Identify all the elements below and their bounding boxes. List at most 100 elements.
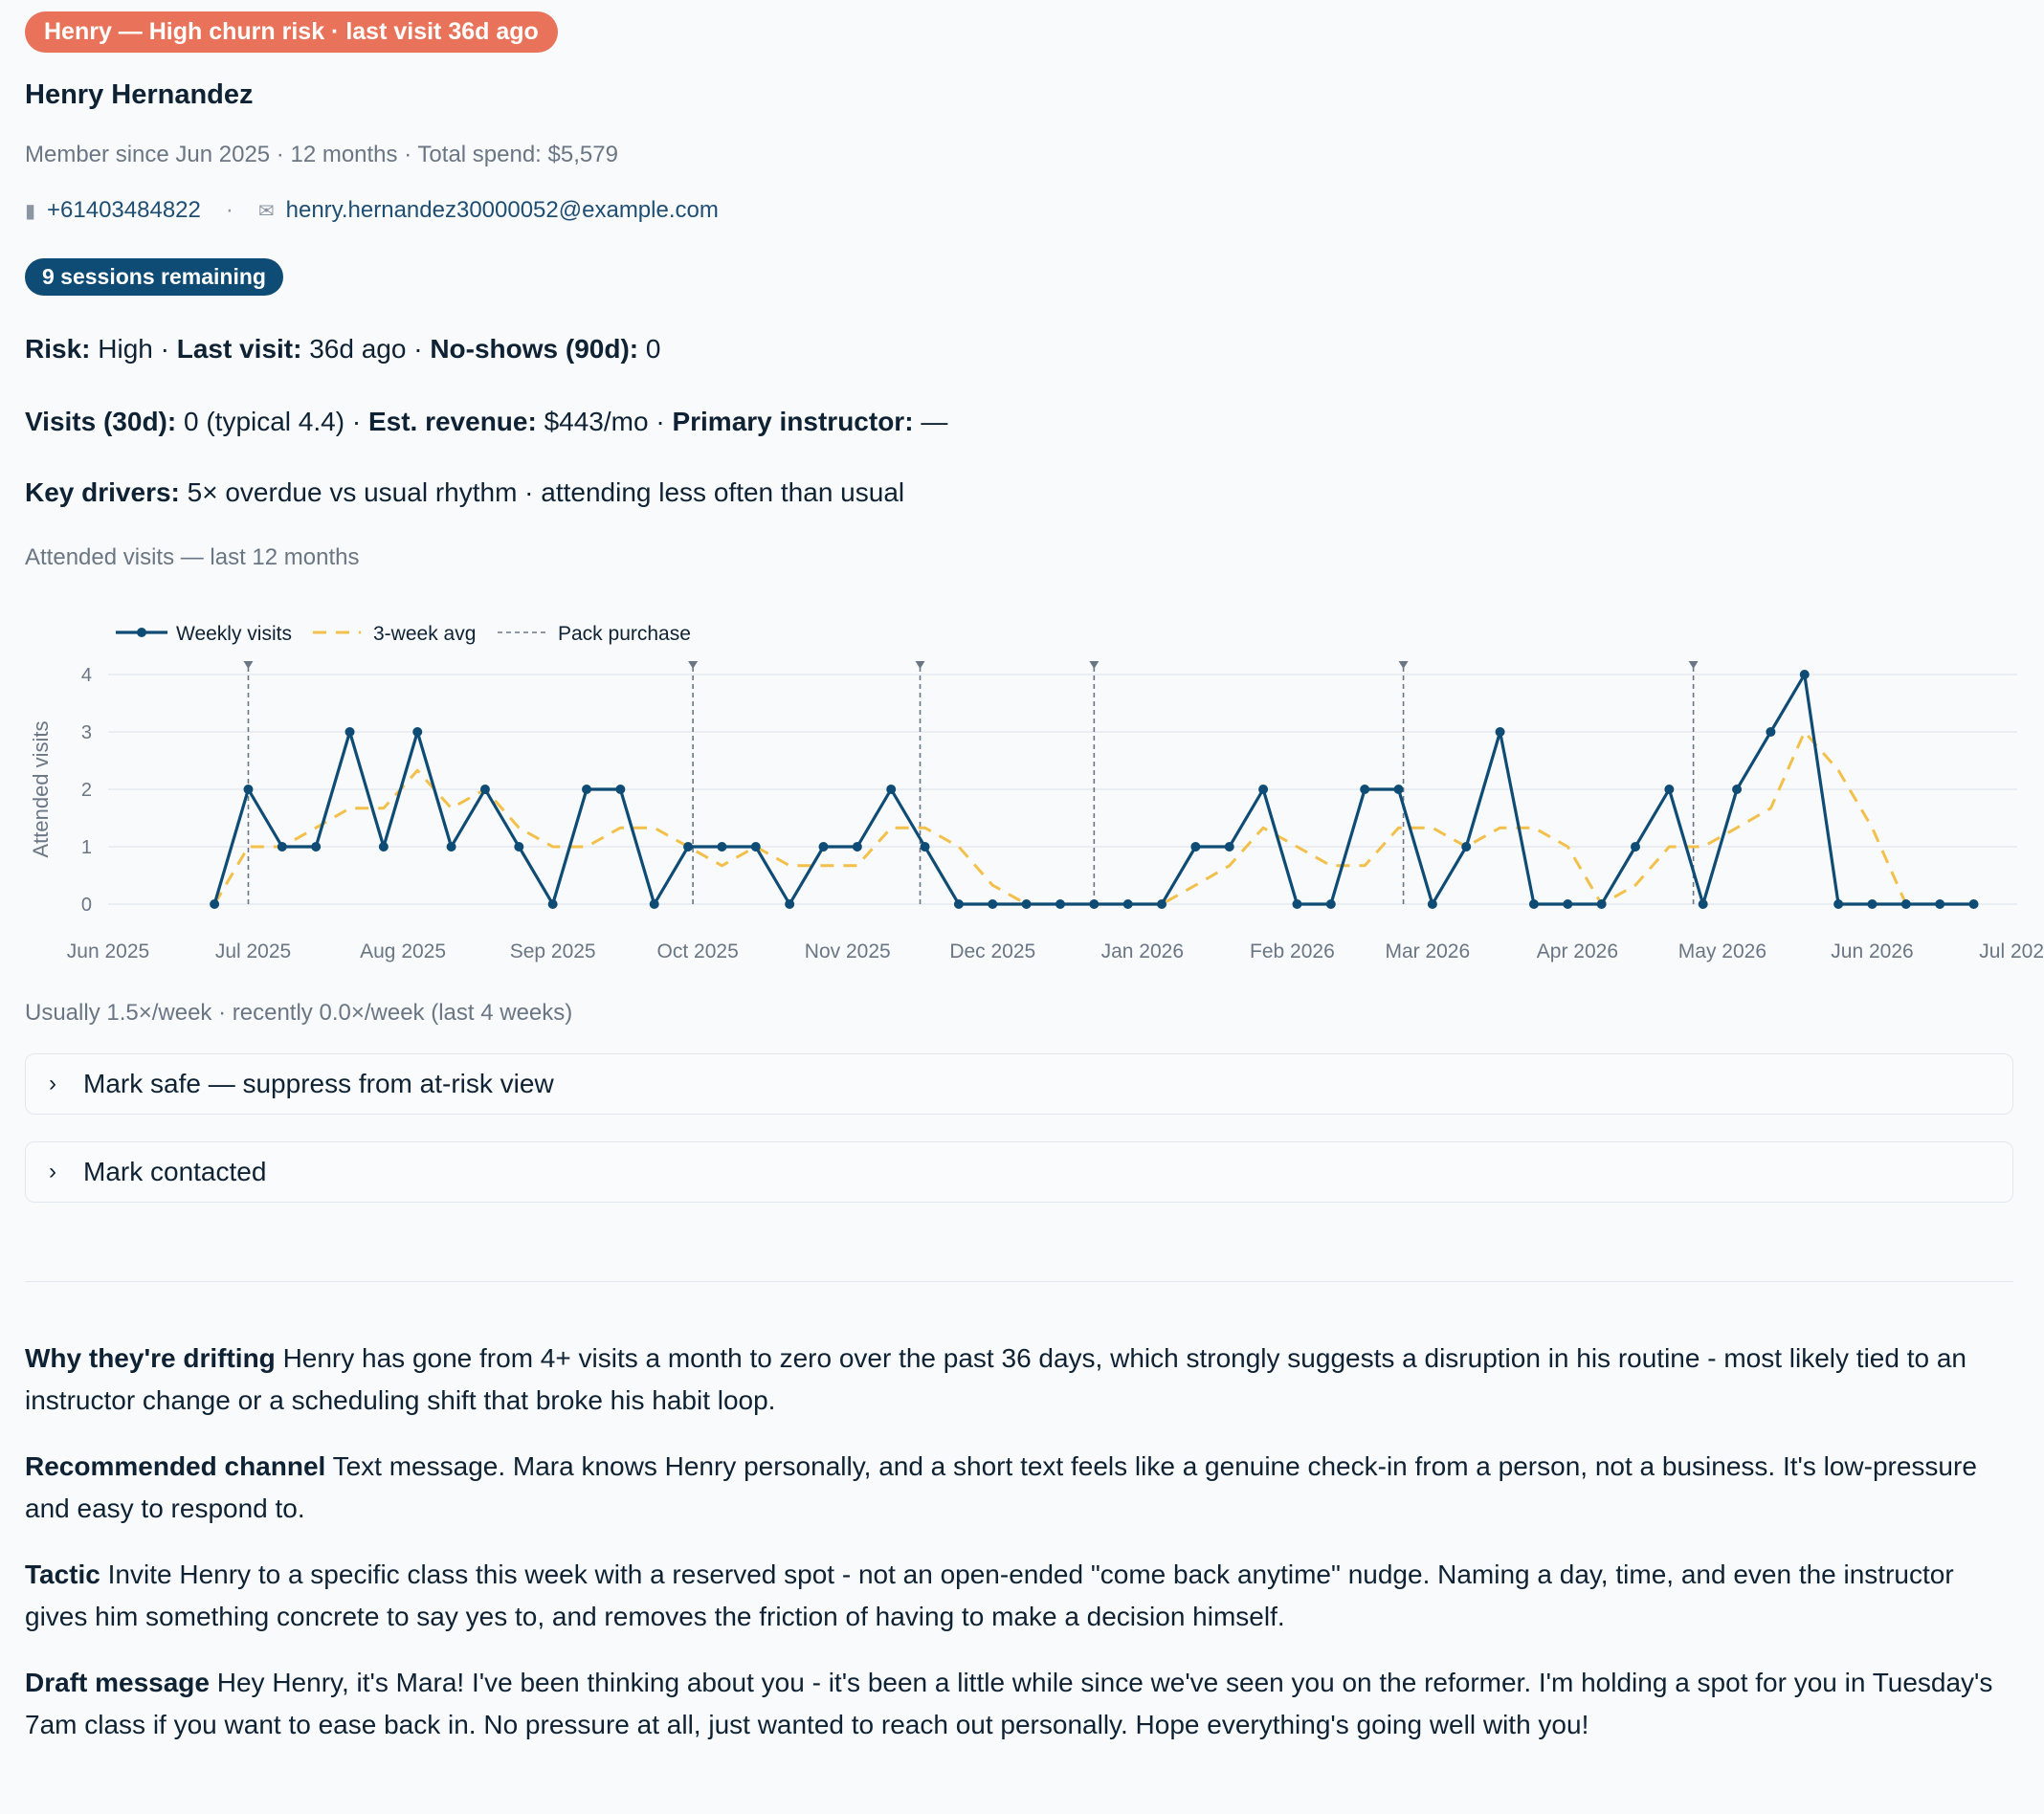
weekly-visit-point [1089, 899, 1100, 909]
x-tick-label: Oct 2025 [657, 940, 739, 962]
visits-label: Visits (30d): [25, 407, 177, 436]
weekly-visit-point [1833, 899, 1844, 909]
insight-label: Draft message [25, 1668, 210, 1697]
weekly-visit-point [1190, 842, 1201, 852]
risk-label: Risk: [25, 334, 91, 364]
weekly-visit-point [1664, 785, 1675, 794]
dot-separator: · [160, 334, 169, 364]
weekly-visit-point [852, 842, 862, 852]
contact-separator: · [225, 197, 233, 223]
weekly-visit-point [1325, 899, 1336, 909]
x-tick-label: Jun 2026 [1831, 940, 1913, 962]
weekly-visit-point [649, 899, 659, 909]
y-tick-label: 3 [81, 722, 92, 743]
x-tick-label: Jul 2025 [215, 940, 291, 962]
x-tick-label: Mar 2026 [1385, 940, 1470, 962]
visits-stats-line: Visits (30d): 0 (typical 4.4) · Est. rev… [25, 407, 2019, 437]
weekly-visit-point [1968, 899, 1979, 909]
weekly-visit-point [1224, 842, 1234, 852]
weekly-visit-point [311, 842, 322, 852]
x-tick-label: Feb 2026 [1250, 940, 1335, 962]
weekly-visit-point [1935, 899, 1945, 909]
customer-name: Henry Hernandez [25, 79, 254, 110]
weekly-visit-point [1427, 899, 1437, 909]
x-tick-label: Jan 2026 [1101, 940, 1184, 962]
pack-purchase-triangle [1398, 661, 1409, 669]
weekly-visit-point [818, 842, 829, 852]
email-link[interactable]: henry.hernandez30000052@example.com [286, 197, 719, 224]
visit-rhythm-summary: Usually 1.5×/week · recently 0.0×/week (… [25, 1000, 573, 1026]
weekly-visit-point [1732, 785, 1743, 794]
envelope-icon: ✉ [257, 200, 275, 222]
noshows-value: 0 [645, 334, 661, 364]
revenue-value: $443/mo [544, 407, 649, 436]
x-tick-label: Dec 2025 [949, 940, 1035, 962]
weekly-visit-point [1360, 785, 1370, 794]
chevron-right-icon: › [49, 1159, 56, 1184]
legend-weekly-marker [137, 628, 146, 637]
mark-contacted-expander[interactable]: › Mark contacted [25, 1141, 2013, 1203]
instructor-value: — [921, 407, 948, 436]
weekly-visit-point [210, 899, 220, 909]
pack-purchase-triangle [688, 661, 699, 669]
insight-label: Tactic [25, 1560, 100, 1589]
weekly-visit-point [1021, 899, 1032, 909]
weekly-visit-point [615, 785, 626, 794]
weekly-visit-point [886, 785, 897, 794]
weekly-visit-point [683, 842, 694, 852]
weekly-visit-point [1122, 899, 1133, 909]
weekly-visit-point [582, 785, 592, 794]
weekly-visit-point [1258, 785, 1269, 794]
insight-why-drifting: Why they're drifting Henry has gone from… [25, 1338, 2015, 1422]
x-tick-label: Aug 2025 [360, 940, 446, 962]
chart-caption: Attended visits — last 12 months [25, 544, 360, 570]
x-tick-label: Nov 2025 [805, 940, 891, 962]
weekly-visit-point [1157, 899, 1167, 909]
weekly-visit-point [920, 842, 930, 852]
mark-safe-expander[interactable]: › Mark safe — suppress from at-risk view [25, 1053, 2013, 1115]
weekly-visit-point [1867, 899, 1877, 909]
x-tick-label: Jun 2025 [67, 940, 149, 962]
insight-label: Why they're drifting [25, 1343, 276, 1373]
weekly-visit-point [1563, 899, 1573, 909]
weekly-visit-point [988, 899, 998, 909]
y-tick-label: 2 [81, 780, 92, 801]
phone-link[interactable]: +61403484822 [47, 197, 201, 224]
weekly-visit-point [243, 785, 254, 794]
weekly-visit-point [446, 842, 456, 852]
y-axis-label: Attended visits [29, 720, 53, 857]
insight-label: Recommended channel [25, 1451, 326, 1481]
revenue-label: Est. revenue: [367, 407, 537, 436]
customer-detail-panel: Henry — High churn risk · last visit 36d… [0, 0, 2044, 1746]
section-divider [25, 1281, 2013, 1282]
pack-purchase-triangle [243, 661, 254, 669]
mark-safe-label: Mark safe — suppress from at-risk view [83, 1069, 554, 1098]
y-tick-label: 0 [81, 895, 92, 916]
weekly-visit-point [412, 727, 423, 737]
drivers-label: Key drivers: [25, 477, 180, 507]
dot-separator: · [655, 407, 665, 436]
dot-separator: · [351, 407, 362, 436]
drivers-line: Key drivers: 5× overdue vs usual rhythm … [25, 477, 2019, 508]
x-tick-label: Apr 2026 [1537, 940, 1618, 962]
weekly-visit-point [750, 842, 761, 852]
x-tick-label: May 2026 [1678, 940, 1766, 962]
legend-weekly-label: Weekly visits [176, 623, 292, 645]
drivers-value: 5× overdue vs usual rhythm · attending l… [187, 477, 905, 507]
risk-value: High [98, 334, 153, 364]
weekly-visit-point [1461, 842, 1472, 852]
contact-row: ▮ +61403484822 · ✉ henry.hernandez300000… [25, 197, 2019, 224]
last-visit-label: Last visit: [176, 334, 302, 364]
weekly-visit-point [1055, 899, 1065, 909]
chevron-right-icon: › [49, 1071, 56, 1096]
pack-purchase-triangle [1688, 661, 1699, 669]
dot-separator: · [413, 334, 423, 364]
phone-icon: ▮ [25, 200, 36, 222]
insight-tactic: Tactic Invite Henry to a specific class … [25, 1554, 2015, 1638]
weekly-visit-point [378, 842, 389, 852]
legend-avg-label: 3-week avg [373, 623, 476, 645]
risk-status-badge: Henry — High churn risk · last visit 36d… [25, 11, 558, 53]
weekly-visit-point [1528, 899, 1539, 909]
y-tick-label: 4 [81, 665, 92, 686]
insight-recommended-channel: Recommended channel Text message. Mara k… [25, 1446, 2015, 1530]
